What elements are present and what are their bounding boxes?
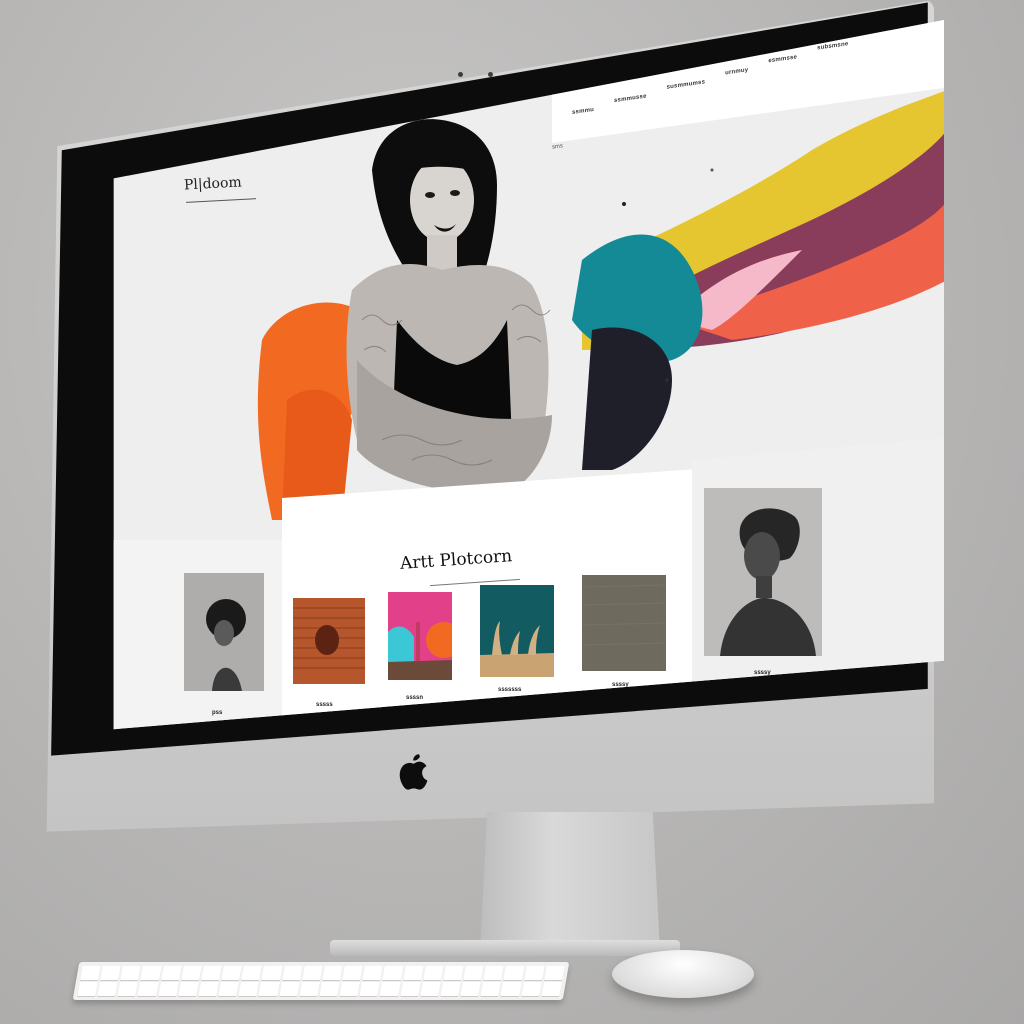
imac-stand <box>480 812 660 952</box>
artwork-caption: pss <box>212 710 223 716</box>
artwork-thumbnail[interactable] <box>582 575 666 671</box>
imac: ssmmu ssmmusse susmmumss urnmuy esmmsse … <box>44 0 944 835</box>
mouse[interactable] <box>612 950 754 998</box>
artwork-thumbnail[interactable] <box>704 488 822 656</box>
artwork-caption: sssss <box>316 702 333 708</box>
artwork-thumbnail[interactable] <box>388 592 452 680</box>
artwork-caption: ssssy <box>754 670 771 676</box>
paint-speckle <box>710 168 714 172</box>
apple-logo-icon <box>394 750 434 794</box>
imac-stand-foot <box>330 940 680 956</box>
camera-dot <box>458 72 463 77</box>
artwork-thumbnail[interactable] <box>293 598 365 684</box>
paint-speckle <box>665 378 669 382</box>
portrait-eye <box>450 190 460 196</box>
paint-speckle <box>622 202 626 206</box>
keyboard[interactable] <box>72 962 570 1000</box>
camera-dot <box>488 72 493 77</box>
artwork-thumbnail[interactable] <box>480 585 554 677</box>
portrait-eye <box>425 192 435 198</box>
artwork-thumbnail[interactable] <box>184 573 264 691</box>
paint-dark <box>582 327 672 470</box>
artwork-caption: sssssss <box>498 687 522 693</box>
artwork-caption: ssssn <box>406 695 424 701</box>
